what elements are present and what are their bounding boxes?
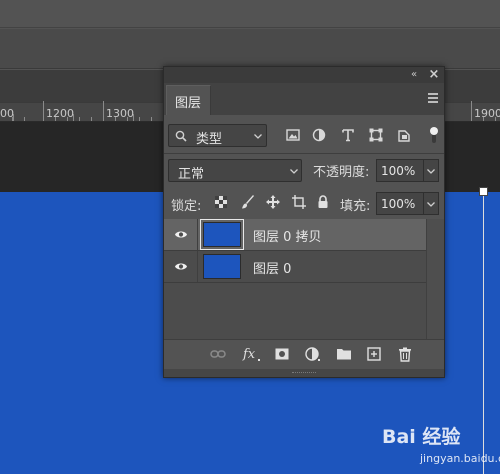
layer-name[interactable]: 图层 0 拷贝 — [253, 226, 322, 245]
filter-select-label: 类型 — [196, 132, 223, 147]
watermark-sub-text: jingyan.baidu.com — [420, 452, 500, 465]
chevron-down-icon — [427, 169, 435, 174]
pixel-layer-filter-icon[interactable] — [285, 127, 301, 143]
tab-layers-label: 图层 — [175, 96, 202, 111]
ruler-tick — [79, 117, 80, 121]
ruler-tick — [73, 114, 74, 121]
eye-icon — [175, 263, 187, 270]
application-menu-bar — [0, 0, 500, 28]
fill-label: 填充: — [340, 199, 371, 214]
ruler-tick — [495, 117, 496, 121]
opacity-slider-button[interactable] — [423, 159, 439, 182]
blend-mode-select[interactable]: 正常 — [168, 159, 302, 182]
opacity-label: 不透明度: — [313, 165, 370, 180]
ruler-tick — [55, 117, 56, 121]
filter-toggle-icon[interactable] — [429, 125, 439, 147]
layer-row[interactable]: 图层 0 拷贝 — [164, 219, 426, 251]
layer-row[interactable]: 图层 0 — [164, 251, 426, 283]
divider — [164, 153, 444, 154]
visibility-toggle[interactable] — [164, 219, 198, 250]
type-layer-filter-icon[interactable] — [340, 127, 356, 143]
fx-icon[interactable]: fx — [242, 346, 262, 362]
fill-value: 100% — [381, 197, 416, 211]
ruler-tick — [483, 117, 484, 121]
ruler-tick — [115, 117, 116, 121]
new-layer-icon[interactable] — [366, 346, 382, 362]
ruler-tick — [133, 114, 134, 121]
ruler-tick — [151, 117, 152, 121]
layer-filter-select[interactable]: 类型 — [168, 124, 267, 147]
ruler-tick — [139, 117, 140, 121]
layers-list: 图层 0 拷贝 图层 0 — [164, 219, 444, 339]
fx-icon-label: fx — [242, 347, 256, 362]
chevron-down-icon — [254, 134, 262, 139]
panel-resize-grip[interactable] — [164, 369, 444, 377]
layer-name[interactable]: 图层 0 — [253, 258, 291, 277]
fill-input[interactable]: 100% — [376, 192, 424, 215]
layer-thumbnail — [203, 254, 241, 279]
ruler-tick — [13, 114, 14, 121]
add-mask-icon[interactable] — [274, 346, 290, 362]
eye-icon — [175, 231, 187, 238]
opacity-input[interactable]: 100% — [376, 159, 424, 182]
fill-slider-button[interactable] — [423, 192, 439, 215]
chevron-down-icon — [290, 169, 298, 174]
blend-mode-value: 正常 — [178, 167, 205, 182]
ruler-tick — [103, 101, 104, 121]
ruler-tick — [127, 117, 128, 121]
baidu-jingyan-watermark: Bai 经验 jingyan.baidu.com — [382, 418, 500, 474]
link-layers-icon[interactable] — [210, 346, 226, 362]
ruler-label: 1200 — [46, 107, 74, 120]
lock-image-pixels-icon[interactable] — [240, 194, 256, 210]
ruler-tick — [43, 101, 44, 121]
layer-thumbnail — [203, 222, 241, 247]
shape-layer-filter-icon[interactable] — [368, 127, 384, 143]
lock-artboard-icon[interactable] — [291, 194, 307, 210]
ruler-tick — [91, 117, 92, 121]
options-bar — [0, 29, 500, 69]
ruler-tick — [471, 101, 472, 121]
search-icon — [175, 130, 187, 142]
panel-title-bar[interactable] — [164, 67, 444, 83]
adjustment-layer-icon[interactable] — [304, 346, 320, 362]
panel-menu-icon[interactable] — [428, 93, 440, 103]
lock-all-icon[interactable] — [315, 194, 331, 210]
adjustment-layer-filter-icon[interactable] — [311, 127, 327, 143]
close-panel-icon[interactable]: × — [427, 67, 441, 83]
lock-transparent-pixels-icon[interactable] — [213, 194, 229, 210]
tab-layers[interactable]: 图层 — [166, 85, 211, 115]
opacity-value: 100% — [381, 164, 416, 178]
trash-icon[interactable] — [397, 346, 413, 362]
ruler-tick — [24, 117, 25, 121]
watermark-main-text: Bai 经验 — [382, 426, 461, 448]
ruler-tick — [67, 117, 68, 121]
chevron-down-icon — [427, 202, 435, 207]
visibility-toggle[interactable] — [164, 251, 198, 282]
smart-object-filter-icon[interactable] — [396, 127, 412, 143]
collapse-panel-icon[interactable]: « — [407, 68, 421, 82]
ruler-label: 1300 — [106, 107, 134, 120]
ruler-label: 1900 — [474, 107, 500, 120]
new-group-icon[interactable] — [336, 346, 352, 362]
lock-label: 锁定: — [171, 199, 202, 214]
layers-panel: « × 图层 类型 正常 不透明度: 100% 锁定: 填充: 100% 图层 … — [163, 66, 445, 378]
layers-scrollbar[interactable] — [426, 219, 444, 339]
lock-position-icon[interactable] — [265, 194, 281, 210]
transform-handle[interactable] — [479, 187, 488, 196]
